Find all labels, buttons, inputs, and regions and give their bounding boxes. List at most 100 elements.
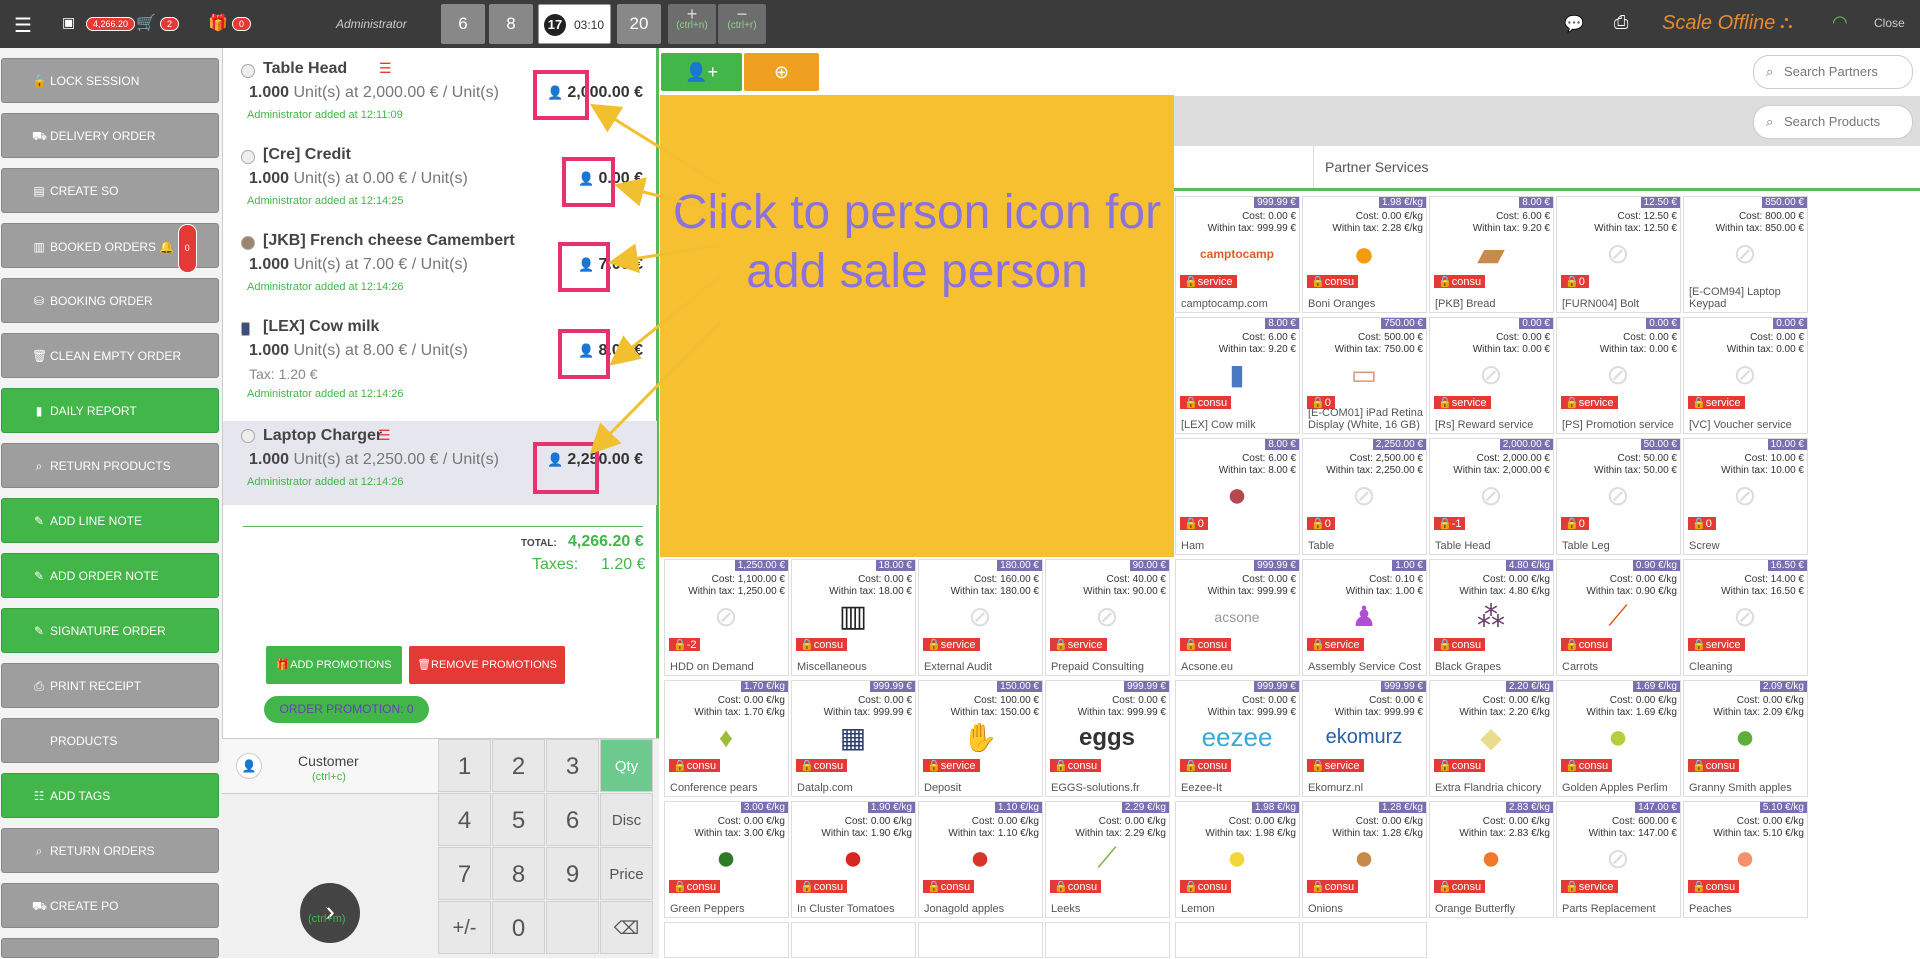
- add-order-button[interactable]: + (ctrl+n): [668, 4, 716, 44]
- booked-orders-button[interactable]: ▥ BOOKED ORDERS 🔔 0: [1, 223, 219, 273]
- signature-order-button[interactable]: ✎ SIGNATURE ORDER: [1, 608, 219, 653]
- order-line[interactable]: Table Head ☰ 1.000 Unit(s) at 2,000.00 €…: [223, 48, 657, 134]
- order-promotion-badge[interactable]: ORDER PROMOTION: 0: [264, 696, 429, 723]
- remove-promotions-button[interactable]: 🗑REMOVE PROMOTIONS: [409, 646, 565, 684]
- products-button[interactable]: PRODUCTS: [1, 718, 219, 763]
- add-product-button[interactable]: ⊕: [744, 53, 819, 91]
- search-products-input[interactable]: ⌕ Search Products: [1753, 105, 1913, 139]
- numpad-key-4[interactable]: 4: [438, 793, 491, 846]
- product-card[interactable]: 0.00 € Cost: 0.00 € Within tax: 0.00 € ⊘ 🔒se…: [1683, 317, 1808, 434]
- product-card[interactable]: 2.83 €/kg Cost: 0.00 €/kg Within tax: 2.83…: [1429, 801, 1554, 918]
- product-card[interactable]: 147.00 € Cost: 600.00 € Within tax: 147.00…: [1556, 801, 1681, 918]
- product-card[interactable]: 0.90 €/kg Cost: 0.00 €/kg Within tax: 0.90…: [1556, 559, 1681, 676]
- product-card[interactable]: 18.00 € Cost: 0.00 € Within tax: 18.00 € ▥ 🔒…: [791, 559, 916, 676]
- delivery-order-button[interactable]: ⛟ DELIVERY ORDER: [1, 113, 219, 158]
- remove-order-button[interactable]: − (ctrl+r): [718, 4, 766, 44]
- product-card[interactable]: 8.00 € Cost: 6.00 € Within tax: 9.20 € ▰ 🔒co…: [1429, 196, 1554, 313]
- product-card[interactable]: 3.00 €/kg Cost: 0.00 €/kg Within tax: 3.00…: [664, 801, 789, 918]
- product-card[interactable]: 4.80 €/kg Cost: 0.00 €/kg Within tax: 4.80…: [1429, 559, 1554, 676]
- product-card[interactable]: 1.28 €/kg Cost: 0.00 €/kg Within tax: 1.28…: [1302, 801, 1427, 918]
- numpad-price-mode[interactable]: Price: [600, 847, 653, 900]
- menu-icon[interactable]: ☰: [14, 13, 32, 38]
- create-po-button[interactable]: ⛟ CREATE PO: [1, 883, 219, 928]
- product-card[interactable]: [1175, 922, 1300, 958]
- product-card[interactable]: 999.99 € Cost: 0.00 € Within tax: 999.99 €…: [1175, 680, 1300, 797]
- product-card[interactable]: 850.00 € Cost: 800.00 € Within tax: 850.00…: [1683, 196, 1808, 313]
- return-products-button[interactable]: ⌕ RETURN PRODUCTS: [1, 443, 219, 488]
- cash-icon[interactable]: ▣: [62, 14, 75, 31]
- numpad-disc-mode[interactable]: Disc: [600, 793, 653, 846]
- product-card[interactable]: 5.10 €/kg Cost: 0.00 €/kg Within tax: 5.10…: [1683, 801, 1808, 918]
- more-nav-button[interactable]: [1, 938, 219, 958]
- product-card[interactable]: 2.29 €/kg Cost: 0.00 €/kg Within tax: 2.29…: [1045, 801, 1170, 918]
- product-card[interactable]: 16.50 € Cost: 14.00 € Within tax: 16.50 € ⊘…: [1683, 559, 1808, 676]
- product-card[interactable]: [1302, 922, 1427, 958]
- add-order-note-button[interactable]: ✎ ADD ORDER NOTE: [1, 553, 219, 598]
- create-so-button[interactable]: ▤ CREATE SO: [1, 168, 219, 213]
- lock-session-button[interactable]: 🔒 LOCK SESSION: [1, 58, 219, 103]
- product-card[interactable]: 999.99 € Cost: 0.00 € Within tax: 999.99 €…: [791, 680, 916, 797]
- product-card[interactable]: 2,000.00 € Cost: 2,000.00 € Within tax: 2,…: [1429, 438, 1554, 555]
- add-line-note-button[interactable]: ✎ ADD LINE NOTE: [1, 498, 219, 543]
- clean-empty-order-button[interactable]: 🗑 CLEAN EMPTY ORDER: [1, 333, 219, 378]
- numpad-key-7[interactable]: 7: [438, 847, 491, 900]
- product-card[interactable]: 8.00 € Cost: 6.00 € Within tax: 9.20 € ▮ 🔒co…: [1175, 317, 1300, 434]
- product-card[interactable]: 1.98 €/kg Cost: 0.00 €/kg Within tax: 2.28…: [1302, 196, 1427, 313]
- numpad-key-0[interactable]: 0: [492, 901, 545, 954]
- numpad-sign-toggle[interactable]: +/-: [438, 901, 491, 954]
- product-card[interactable]: 999.99 € Cost: 0.00 € Within tax: 999.99 €…: [1175, 196, 1300, 313]
- backspace-icon[interactable]: ⌫: [600, 901, 653, 954]
- printer-icon[interactable]: ⎙: [1614, 12, 1628, 33]
- numpad-key-6[interactable]: 6: [546, 793, 599, 846]
- order-tab-20[interactable]: 20: [617, 4, 661, 44]
- close-button[interactable]: Close: [1874, 16, 1905, 30]
- order-tab-8[interactable]: 8: [489, 4, 533, 44]
- chat-icon[interactable]: 💬: [1564, 14, 1584, 34]
- product-card[interactable]: 999.99 € Cost: 0.00 € Within tax: 999.99 €…: [1045, 680, 1170, 797]
- product-card[interactable]: 2.09 €/kg Cost: 0.00 €/kg Within tax: 2.09…: [1683, 680, 1808, 797]
- product-card[interactable]: 12.50 € Cost: 12.50 € Within tax: 12.50 € ⊘…: [1556, 196, 1681, 313]
- product-card[interactable]: 1.00 € Cost: 0.10 € Within tax: 1.00 € ♟ 🔒se…: [1302, 559, 1427, 676]
- product-card[interactable]: 999.99 € Cost: 0.00 € Within tax: 999.99 €…: [1175, 559, 1300, 676]
- cart-icon[interactable]: 🛒: [136, 13, 156, 33]
- numpad-key-3[interactable]: 3: [546, 739, 599, 792]
- product-card[interactable]: 1,250.00 € Cost: 1,100.00 € Within tax: 1,…: [664, 559, 789, 676]
- product-card[interactable]: [791, 922, 916, 958]
- product-card[interactable]: 999.99 € Cost: 0.00 € Within tax: 999.99 €…: [1302, 680, 1427, 797]
- print-receipt-button[interactable]: ⎙ PRINT RECEIPT: [1, 663, 219, 708]
- numpad-key-9[interactable]: 9: [546, 847, 599, 900]
- product-card[interactable]: 50.00 € Cost: 50.00 € Within tax: 50.00 € ⊘…: [1556, 438, 1681, 555]
- product-card[interactable]: 1.90 €/kg Cost: 0.00 €/kg Within tax: 1.90…: [791, 801, 916, 918]
- numpad-key-dot[interactable]: [546, 901, 599, 954]
- numpad-key-8[interactable]: 8: [492, 847, 545, 900]
- product-card[interactable]: 10.00 € Cost: 10.00 € Within tax: 10.00 € ⊘…: [1683, 438, 1808, 555]
- gift-icon[interactable]: 🎁: [208, 13, 228, 33]
- product-card[interactable]: 1.10 €/kg Cost: 0.00 €/kg Within tax: 1.10…: [918, 801, 1043, 918]
- tab-partner-services[interactable]: Partner Services: [1317, 146, 1436, 188]
- product-card[interactable]: 2.20 €/kg Cost: 0.00 €/kg Within tax: 2.20…: [1429, 680, 1554, 797]
- product-card[interactable]: 150.00 € Cost: 100.00 € Within tax: 150.00…: [918, 680, 1043, 797]
- numpad-key-1[interactable]: 1: [438, 739, 491, 792]
- product-card[interactable]: 1.98 €/kg Cost: 0.00 €/kg Within tax: 1.98…: [1175, 801, 1300, 918]
- add-promotions-button[interactable]: 🎁ADD PROMOTIONS: [266, 646, 402, 684]
- product-card[interactable]: 1.69 €/kg Cost: 0.00 €/kg Within tax: 1.69…: [1556, 680, 1681, 797]
- order-tab-17-active[interactable]: 17 03:10: [538, 4, 611, 44]
- product-card[interactable]: 90.00 € Cost: 40.00 € Within tax: 90.00 € ⊘…: [1045, 559, 1170, 676]
- product-card[interactable]: 180.00 € Cost: 160.00 € Within tax: 180.00…: [918, 559, 1043, 676]
- booking-order-button[interactable]: ⛁ BOOKING ORDER: [1, 278, 219, 323]
- add-partner-button[interactable]: 👤+: [661, 53, 742, 91]
- numpad-key-2[interactable]: 2: [492, 739, 545, 792]
- product-card[interactable]: 2,250.00 € Cost: 2,500.00 € Within tax: 2,…: [1302, 438, 1427, 555]
- product-card[interactable]: [664, 922, 789, 958]
- product-card[interactable]: [1045, 922, 1170, 958]
- product-card[interactable]: 0.00 € Cost: 0.00 € Within tax: 0.00 € ⊘ 🔒se…: [1429, 317, 1554, 434]
- product-card[interactable]: 750.00 € Cost: 500.00 € Within tax: 750.00…: [1302, 317, 1427, 434]
- numpad-key-5[interactable]: 5: [492, 793, 545, 846]
- add-tags-button[interactable]: ☷ ADD TAGS: [1, 773, 219, 818]
- product-card[interactable]: [918, 922, 1043, 958]
- return-orders-button[interactable]: ⌕ RETURN ORDERS: [1, 828, 219, 873]
- search-partners-input[interactable]: ⌕ Search Partners: [1753, 55, 1913, 89]
- numpad-qty-mode[interactable]: Qty: [600, 739, 653, 792]
- product-card[interactable]: 0.00 € Cost: 0.00 € Within tax: 0.00 € ⊘ 🔒se…: [1556, 317, 1681, 434]
- order-tab-6[interactable]: 6: [441, 4, 485, 44]
